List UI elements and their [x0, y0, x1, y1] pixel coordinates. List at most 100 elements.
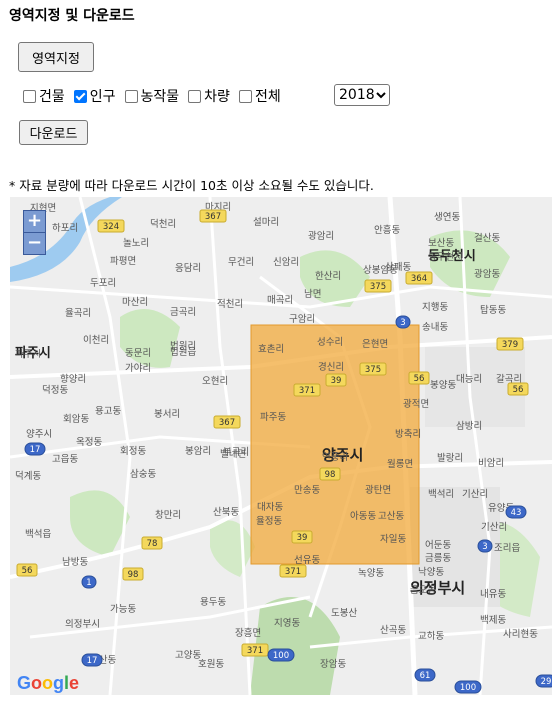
place-label: 송내동: [422, 322, 448, 333]
route-number: 367: [205, 212, 221, 222]
place-label: 덕천리: [150, 219, 176, 230]
place-label: 은현면: [362, 339, 388, 350]
place-label: 선유동: [294, 555, 320, 566]
route-number: 39: [297, 533, 308, 543]
place-label: 금곡리: [170, 307, 196, 318]
download-button[interactable]: 다운로드: [19, 120, 88, 145]
place-label: 광암리: [308, 230, 334, 242]
place-label: 금오동: [410, 585, 436, 596]
place-label: 의정부시: [65, 619, 100, 630]
place-label: 비암리: [478, 457, 504, 469]
all-checkbox[interactable]: [238, 89, 252, 103]
area-selection-rectangle[interactable]: [250, 324, 420, 565]
place-label: 설마리: [253, 217, 279, 228]
place-label: 광탄면: [365, 484, 391, 496]
option-building[interactable]: 건물: [20, 86, 65, 106]
place-label: 어둔동: [425, 540, 451, 551]
place-label: 회암동: [63, 413, 89, 425]
place-label: 하포리: [52, 222, 78, 234]
place-label: 효촌리: [258, 344, 284, 355]
place-label: 백제동: [480, 615, 506, 626]
option-crops[interactable]: 농작물: [122, 86, 180, 106]
route-number: 375: [370, 282, 386, 292]
place-label: 향양리: [60, 373, 86, 385]
route-number: 371: [285, 567, 301, 577]
crops-label: 농작물: [140, 89, 180, 105]
place-label: 경신리: [318, 361, 344, 373]
route-number: 78: [147, 539, 158, 549]
year-select[interactable]: 2018: [334, 84, 390, 106]
route-number: 371: [247, 646, 263, 656]
place-label: 삼방리: [456, 421, 482, 432]
route-number: 100: [273, 651, 289, 661]
place-label: 벨내면: [220, 449, 246, 460]
route-number: 364: [411, 274, 427, 284]
place-label: 한산리: [315, 271, 341, 282]
place-label: 율정동: [256, 516, 282, 527]
place-label: 고산동: [378, 511, 404, 522]
place-label: 양주시: [26, 429, 52, 440]
map-view[interactable]: 파주시 양주시 의정부시 동두천시 지현면 하포리 덕천리 마지리 설마리 광암리 안흥동 생연동 동두…: [10, 197, 552, 695]
route-number: 43: [511, 508, 522, 518]
route-number: 367: [219, 418, 235, 428]
place-label: 장암동: [320, 658, 346, 670]
route-number: 17: [87, 656, 98, 666]
route-number: 3: [400, 318, 405, 328]
place-label: 산곡동: [380, 625, 406, 636]
population-checkbox[interactable]: [73, 89, 87, 103]
route-number: 3: [482, 542, 487, 552]
place-label: 사리현동: [503, 629, 538, 640]
place-label: 백석리: [428, 489, 454, 500]
route-number: 371: [299, 386, 315, 396]
building-checkbox[interactable]: [23, 89, 36, 103]
route-number: 56: [22, 566, 33, 576]
crops-checkbox[interactable]: [124, 89, 138, 103]
vehicle-checkbox[interactable]: [188, 89, 202, 103]
all-label: 전체: [254, 89, 281, 105]
place-label: 백석읍: [25, 529, 51, 540]
route-number: 98: [128, 570, 139, 580]
population-label: 인구: [89, 89, 116, 105]
place-label: 걸산동: [474, 232, 500, 244]
place-label: 상패동: [385, 262, 411, 273]
place-label: 방축리: [395, 429, 421, 440]
place-label: 동문리: [125, 348, 151, 359]
place-label: 호원동: [198, 659, 224, 670]
place-label: 봉암리: [185, 445, 211, 457]
option-vehicle[interactable]: 차량: [185, 86, 230, 106]
place-label: 발랑리: [437, 452, 463, 464]
route-number: 17: [30, 445, 41, 455]
map-canvas[interactable]: 파주시양주시의정부시동두천시지현면하포리 덕천리마지리설마리광암리안흥동생연동동두…: [10, 197, 552, 695]
data-type-options: 건물 인구 농작물 차량 전체: [20, 86, 287, 106]
place-label: 안흥동: [374, 224, 400, 236]
place-label: 봉양동: [430, 380, 456, 391]
option-all[interactable]: 전체: [236, 86, 281, 106]
option-population[interactable]: 인구: [71, 86, 116, 106]
place-label: 기산리: [462, 489, 488, 500]
route-number: 98: [325, 470, 336, 480]
place-label: 산북동: [213, 507, 239, 518]
route-number: 1: [86, 578, 91, 588]
year-value: 2018: [339, 87, 375, 103]
zoom-in-button[interactable]: +: [24, 211, 45, 232]
place-label: 장흥면: [235, 627, 261, 639]
place-label: 파주시: [15, 349, 41, 360]
place-label: 낙양동: [418, 567, 444, 578]
download-notice: * 자료 분량에 따라 다운로드 시간이 10초 이상 소요될 수도 있습니다.: [9, 178, 374, 193]
route-number: 61: [420, 671, 431, 681]
place-label: 파평면: [110, 256, 136, 267]
chevron-down-icon: [376, 92, 386, 99]
place-label: 옥정동: [76, 437, 102, 448]
place-label: 광적면: [403, 398, 429, 410]
zoom-out-button[interactable]: −: [24, 232, 45, 254]
place-label: 율곡리: [65, 308, 91, 319]
area-select-button[interactable]: 영역지정: [18, 42, 94, 72]
place-label: 대능리: [456, 374, 482, 385]
place-label: 신암리: [273, 256, 299, 268]
route-number: 29: [541, 677, 552, 687]
building-label: 건물: [39, 89, 65, 105]
place-label: 덕계동: [15, 470, 41, 482]
place-label: 봉서리: [154, 409, 180, 420]
place-label: 두포리: [90, 278, 116, 289]
place-label: 조리읍: [494, 543, 520, 554]
